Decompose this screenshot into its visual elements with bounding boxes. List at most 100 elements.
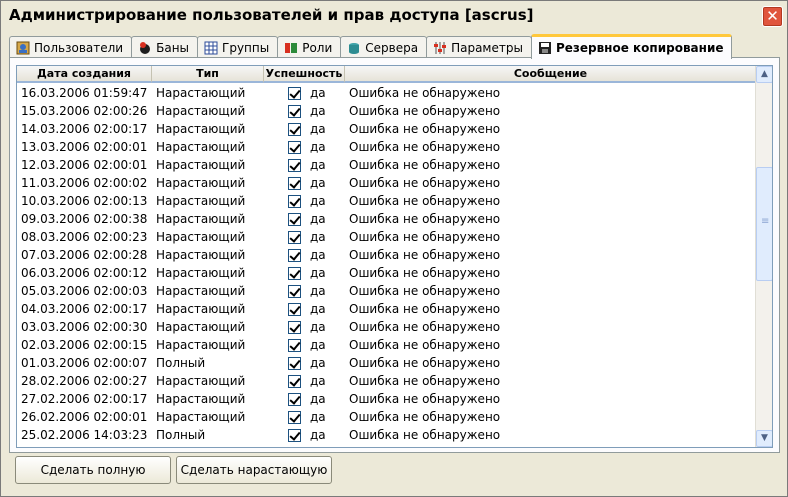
close-button[interactable]: ✕ <box>762 6 783 27</box>
cell-message: Ошибка не обнаружено <box>349 194 501 208</box>
cell-success: да <box>264 230 345 244</box>
success-checkbox[interactable] <box>288 356 301 370</box>
cell-type: Нарастающий <box>156 212 246 226</box>
column-header-success[interactable]: Успешность <box>264 66 345 83</box>
column-header-type[interactable]: Тип <box>152 66 264 83</box>
table-row[interactable]: 11.03.2006 02:00:02 Нарастающий да Ошибка н… <box>17 174 757 192</box>
cell-message: Ошибка не обнаружено <box>349 86 501 100</box>
success-checkbox[interactable] <box>288 194 301 208</box>
success-text: да <box>310 302 326 316</box>
cell-type: Нарастающий <box>156 320 246 334</box>
cell-type: Нарастающий <box>156 158 246 172</box>
tab-servers[interactable]: Сервера <box>340 36 428 58</box>
table-row[interactable]: 12.03.2006 02:00:01 Нарастающий да Ошибка н… <box>17 156 757 174</box>
success-checkbox[interactable] <box>288 212 301 226</box>
success-text: да <box>310 338 326 352</box>
success-checkbox[interactable] <box>288 158 301 172</box>
table-row[interactable]: 26.02.2006 02:00:01 Нарастающий да Ошибка н… <box>17 408 757 426</box>
cell-type: Нарастающий <box>156 302 246 316</box>
column-header-message[interactable]: Сообщение <box>345 66 757 83</box>
success-text: да <box>310 428 326 442</box>
table-row[interactable]: 04.03.2006 02:00:17 Нарастающий да Ошибка н… <box>17 300 757 318</box>
cell-date: 02.03.2006 02:00:15 <box>21 338 148 352</box>
success-checkbox[interactable] <box>288 86 301 100</box>
table-row[interactable]: 10.03.2006 02:00:13 Нарастающий да Ошибка н… <box>17 192 757 210</box>
cell-date: 15.03.2006 02:00:26 <box>21 104 148 118</box>
success-checkbox[interactable] <box>288 392 301 406</box>
cell-type: Полный <box>156 428 206 442</box>
success-checkbox[interactable] <box>288 140 301 154</box>
success-text: да <box>310 410 326 424</box>
cell-message: Ошибка не обнаружено <box>349 140 501 154</box>
table-row[interactable]: 28.02.2006 02:00:27 Нарастающий да Ошибка н… <box>17 372 757 390</box>
tab-params[interactable]: Параметры <box>426 36 532 58</box>
cell-message: Ошибка не обнаружено <box>349 338 501 352</box>
success-checkbox[interactable] <box>288 302 301 316</box>
success-checkbox[interactable] <box>288 284 301 298</box>
tab-roles[interactable]: Роли <box>277 36 342 58</box>
cell-type: Нарастающий <box>156 248 246 262</box>
cell-message: Ошибка не обнаружено <box>349 176 501 190</box>
vertical-scrollbar[interactable]: ▲ ▼ <box>755 66 772 447</box>
table-row[interactable]: 01.03.2006 02:00:07 Полный да Ошибка не обн… <box>17 354 757 372</box>
make-incremental-backup-button[interactable]: Сделать нарастающую <box>176 456 332 484</box>
table-row[interactable]: 02.03.2006 02:00:15 Нарастающий да Ошибка н… <box>17 336 757 354</box>
success-checkbox[interactable] <box>288 230 301 244</box>
success-checkbox[interactable] <box>288 176 301 190</box>
make-full-backup-button[interactable]: Сделать полную <box>15 456 171 484</box>
table-row[interactable]: 03.03.2006 02:00:30 Нарастающий да Ошибка н… <box>17 318 757 336</box>
table-row[interactable]: 16.03.2006 01:59:47 Нарастающий да Ошибка н… <box>17 84 757 102</box>
tab-users[interactable]: Пользователи <box>9 36 133 58</box>
cell-message: Ошибка не обнаружено <box>349 302 501 316</box>
success-checkbox[interactable] <box>288 428 301 442</box>
table-row[interactable]: 25.02.2006 14:03:23 Полный да Ошибка не обн… <box>17 426 757 444</box>
cell-success: да <box>264 212 345 226</box>
backup-grid[interactable]: Дата создания Тип Успешность Сообщение 1… <box>16 65 773 448</box>
scroll-up-button[interactable]: ▲ <box>756 66 772 83</box>
table-row[interactable]: 14.03.2006 02:00:17 Нарастающий да Ошибка н… <box>17 120 757 138</box>
cell-success: да <box>264 338 345 352</box>
backup-icon <box>538 42 551 54</box>
success-checkbox[interactable] <box>288 338 301 352</box>
table-row[interactable]: 07.03.2006 02:00:28 Нарастающий да Ошибка н… <box>17 246 757 264</box>
tab-backup[interactable]: Резервное копирование <box>530 34 733 59</box>
tab-bans[interactable]: Баны <box>131 36 199 58</box>
grid-rows: 16.03.2006 01:59:47 Нарастающий да Ошибка н… <box>17 84 757 444</box>
success-checkbox[interactable] <box>288 122 301 136</box>
success-text: да <box>310 320 326 334</box>
cell-success: да <box>264 356 345 370</box>
success-checkbox[interactable] <box>288 266 301 280</box>
success-checkbox[interactable] <box>288 374 301 388</box>
column-header-date[interactable]: Дата создания <box>17 66 152 83</box>
title-bar[interactable]: Администрирование пользователей и прав д… <box>1 1 787 31</box>
admin-window: Администрирование пользователей и прав д… <box>0 0 788 497</box>
tab-label: Баны <box>156 40 190 55</box>
success-text: да <box>310 122 326 136</box>
table-row[interactable]: 15.03.2006 02:00:26 Нарастающий да Ошибка н… <box>17 102 757 120</box>
cell-message: Ошибка не обнаружено <box>349 320 501 334</box>
tab-label: Роли <box>302 40 333 55</box>
cell-type: Нарастающий <box>156 104 246 118</box>
success-checkbox[interactable] <box>288 248 301 262</box>
tab-label: Сервера <box>365 40 419 55</box>
success-checkbox[interactable] <box>288 320 301 334</box>
cell-message: Ошибка не обнаружено <box>349 284 501 298</box>
scroll-thumb[interactable] <box>756 167 772 281</box>
table-row[interactable]: 27.02.2006 02:00:17 Нарастающий да Ошибка н… <box>17 390 757 408</box>
table-row[interactable]: 06.03.2006 02:00:12 Нарастающий да Ошибка н… <box>17 264 757 282</box>
table-row[interactable]: 05.03.2006 02:00:03 Нарастающий да Ошибка н… <box>17 282 757 300</box>
tab-groups[interactable]: Группы <box>197 36 279 58</box>
cell-message: Ошибка не обнаружено <box>349 266 501 280</box>
table-row[interactable]: 09.03.2006 02:00:38 Нарастающий да Ошибка н… <box>17 210 757 228</box>
success-checkbox[interactable] <box>288 104 301 118</box>
scroll-down-button[interactable]: ▼ <box>756 430 772 447</box>
cell-success: да <box>264 374 345 388</box>
cell-success: да <box>264 410 345 424</box>
tab-strip: Пользователи Баны Группы Роли Сервера Па… <box>9 34 733 59</box>
success-checkbox[interactable] <box>288 410 301 424</box>
cell-message: Ошибка не обнаружено <box>349 158 501 172</box>
cell-type: Нарастающий <box>156 194 246 208</box>
cell-date: 13.03.2006 02:00:01 <box>21 140 148 154</box>
table-row[interactable]: 08.03.2006 02:00:23 Нарастающий да Ошибка н… <box>17 228 757 246</box>
table-row[interactable]: 13.03.2006 02:00:01 Нарастающий да Ошибка н… <box>17 138 757 156</box>
